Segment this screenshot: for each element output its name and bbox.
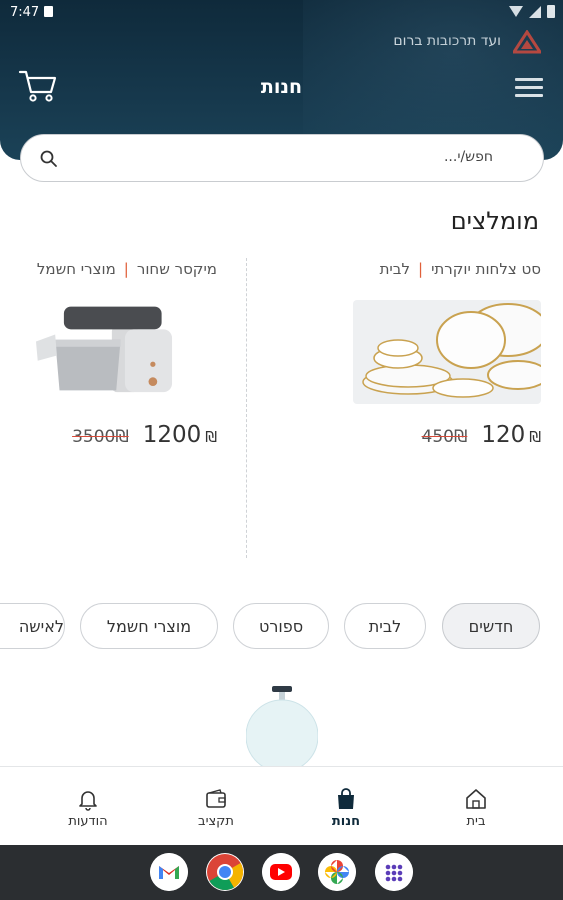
- loading-indicator-icon: [246, 686, 318, 772]
- youtube-icon[interactable]: [262, 853, 300, 891]
- product-meta: מיקסר שחור | מוצרי חשמל: [0, 260, 217, 278]
- status-time: 7:47: [10, 5, 40, 20]
- search-placeholder: חפש/י...: [443, 149, 493, 165]
- nav-budget-label: תקציב: [198, 814, 234, 829]
- category-chip-new[interactable]: חדשים: [442, 603, 540, 649]
- product-card[interactable]: סט צלחות יוקרתי | לבית 120 ₪ 450₪: [321, 260, 541, 460]
- org-logo-icon: [513, 30, 541, 54]
- products-divider: [246, 258, 247, 558]
- page-title: חנות: [260, 76, 303, 98]
- nav-home-label: בית: [466, 814, 486, 829]
- nav-notifications-label: הודעות: [68, 814, 108, 829]
- meta-separator: |: [418, 260, 424, 278]
- cart-icon[interactable]: [18, 68, 58, 104]
- current-price: 1200 ₪: [142, 422, 217, 448]
- product-category: לבית: [379, 260, 410, 278]
- wallet-icon: [206, 789, 226, 808]
- category-chip-electronics[interactable]: מוצרי חשמל: [80, 603, 218, 649]
- chip-label: לאישה: [18, 616, 64, 636]
- hamburger-menu-icon[interactable]: [515, 77, 543, 99]
- bottom-navigation: בית חנות תקציב הודעות: [0, 766, 563, 845]
- app-drawer-icon[interactable]: [375, 853, 413, 891]
- product-category: מוצרי חשמל: [36, 260, 116, 278]
- sd-card-icon: [44, 6, 53, 17]
- product-card[interactable]: מיקסר שחור | מוצרי חשמל 1200 ₪ 3500₪: [0, 260, 217, 460]
- gmail-icon[interactable]: [150, 853, 188, 891]
- mixer-image[interactable]: [29, 300, 193, 404]
- product-name: סט צלחות יוקרתי: [431, 260, 541, 278]
- photos-icon[interactable]: [318, 853, 356, 891]
- nav-notifications[interactable]: הודעות: [48, 787, 128, 829]
- nav-store[interactable]: חנות: [306, 787, 386, 829]
- old-price: 450₪: [421, 427, 468, 447]
- org-name: ועד תרכובות ברום: [393, 33, 501, 49]
- home-icon: [466, 789, 486, 809]
- product-name: מיקסר שחור: [136, 260, 217, 278]
- status-bar: 7:47: [0, 0, 563, 26]
- category-chip-home[interactable]: לבית: [344, 603, 426, 649]
- nav-budget[interactable]: תקציב: [176, 787, 256, 829]
- status-icons: [509, 5, 555, 18]
- meta-separator: |: [123, 260, 129, 278]
- plates-set-image[interactable]: [353, 300, 541, 404]
- old-price: 3500₪: [72, 427, 129, 447]
- chrome-icon[interactable]: [206, 853, 244, 891]
- recommended-title: מומלצים: [450, 207, 539, 235]
- search-icon[interactable]: [39, 149, 59, 169]
- nav-home[interactable]: בית: [436, 787, 516, 829]
- product-meta: סט צלחות יוקרתי | לבית: [321, 260, 541, 278]
- bell-icon: [79, 791, 97, 811]
- category-chip-sport[interactable]: ספורט: [233, 603, 329, 649]
- system-dock: [0, 845, 563, 900]
- battery-icon: [547, 5, 555, 18]
- search-input[interactable]: חפש/י...: [20, 134, 544, 182]
- category-chip-women[interactable]: לאישה: [0, 603, 65, 649]
- wifi-icon: [509, 6, 523, 17]
- price-row: 120 ₪ 450₪: [422, 422, 541, 448]
- current-price: 120 ₪: [481, 422, 541, 448]
- signal-icon: [529, 5, 541, 18]
- price-row: 1200 ₪ 3500₪: [72, 422, 217, 448]
- shopping-bag-icon: [338, 788, 354, 809]
- store-screen: 7:47 ועד תרכובות ברום חנות חפש/י... מומל…: [0, 0, 563, 900]
- nav-store-label: חנות: [331, 814, 361, 829]
